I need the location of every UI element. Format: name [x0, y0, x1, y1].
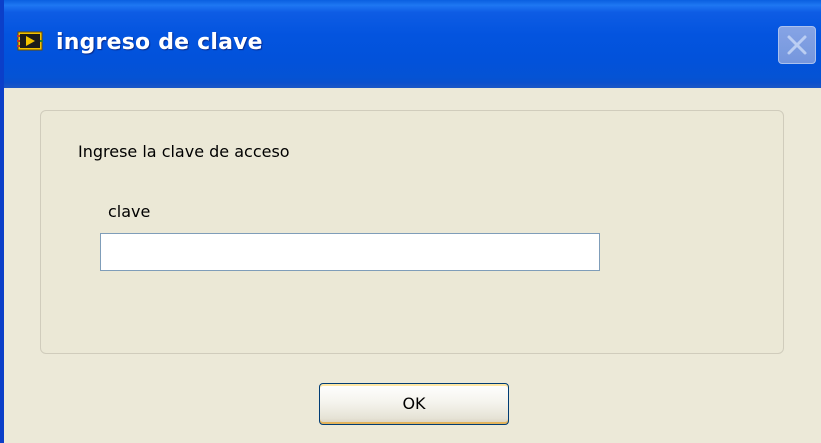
dialog-body: Ingrese la clave de acceso clave OK	[4, 88, 821, 443]
title-bar[interactable]: ingreso de clave	[4, 0, 821, 88]
password-input[interactable]	[100, 233, 600, 271]
window-title: ingreso de clave	[56, 30, 263, 55]
close-button[interactable]	[778, 26, 816, 64]
password-field-label: clave	[108, 202, 151, 221]
dialog-window: ingreso de clave Ingrese la clave de acc…	[0, 0, 821, 443]
close-icon	[787, 35, 807, 55]
prompt-label: Ingrese la clave de acceso	[78, 142, 290, 161]
labview-vi-icon	[17, 31, 43, 51]
ok-button[interactable]: OK	[319, 383, 509, 425]
